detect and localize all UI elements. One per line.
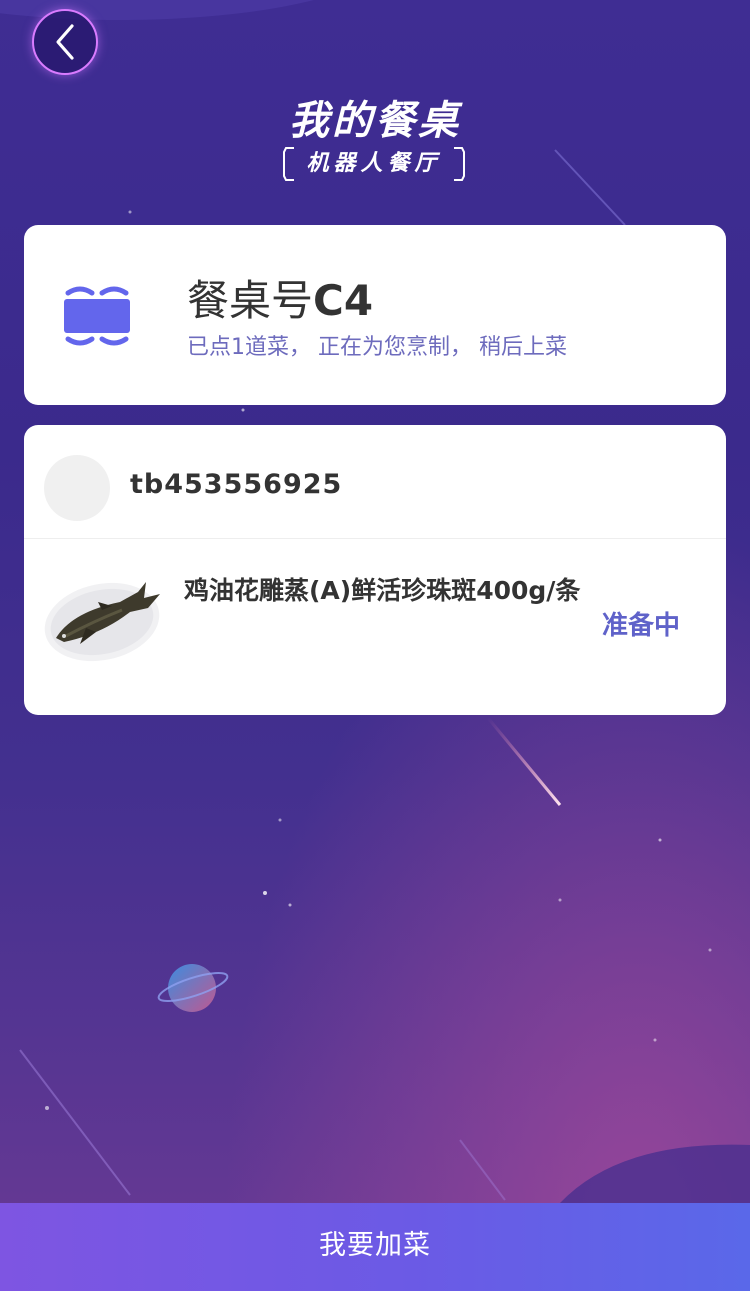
dish-image	[44, 582, 160, 662]
dining-table-icon	[64, 286, 130, 346]
avatar	[44, 455, 110, 521]
table-number-label: 餐桌号	[187, 276, 314, 325]
page-subtitle-badge: 机器人餐厅	[282, 146, 466, 182]
page-subtitle: 机器人餐厅	[306, 151, 442, 176]
table-number-code: C4	[313, 276, 374, 325]
table-info-card: 餐桌号C4 已点1道菜， 正在为您烹制， 稍后上菜	[24, 225, 726, 405]
page-title: 我的餐桌	[289, 98, 461, 144]
dish-name: 鸡油花雕蒸(A)鲜活珍珠斑400g/条	[184, 576, 581, 605]
add-dish-button[interactable]: 我要加菜	[0, 1203, 750, 1291]
back-button[interactable]	[32, 9, 98, 75]
divider	[24, 538, 726, 539]
username: tb453556925	[130, 469, 343, 500]
table-number: 餐桌号C4	[187, 267, 373, 328]
dish-status: 准备中	[602, 611, 681, 641]
order-card: tb453556925 鸡油花雕蒸(A)鲜活珍珠斑400g/条 准备中	[24, 425, 726, 715]
chevron-left-icon	[56, 24, 74, 60]
table-status-text: 已点1道菜， 正在为您烹制， 稍后上菜	[187, 335, 567, 360]
